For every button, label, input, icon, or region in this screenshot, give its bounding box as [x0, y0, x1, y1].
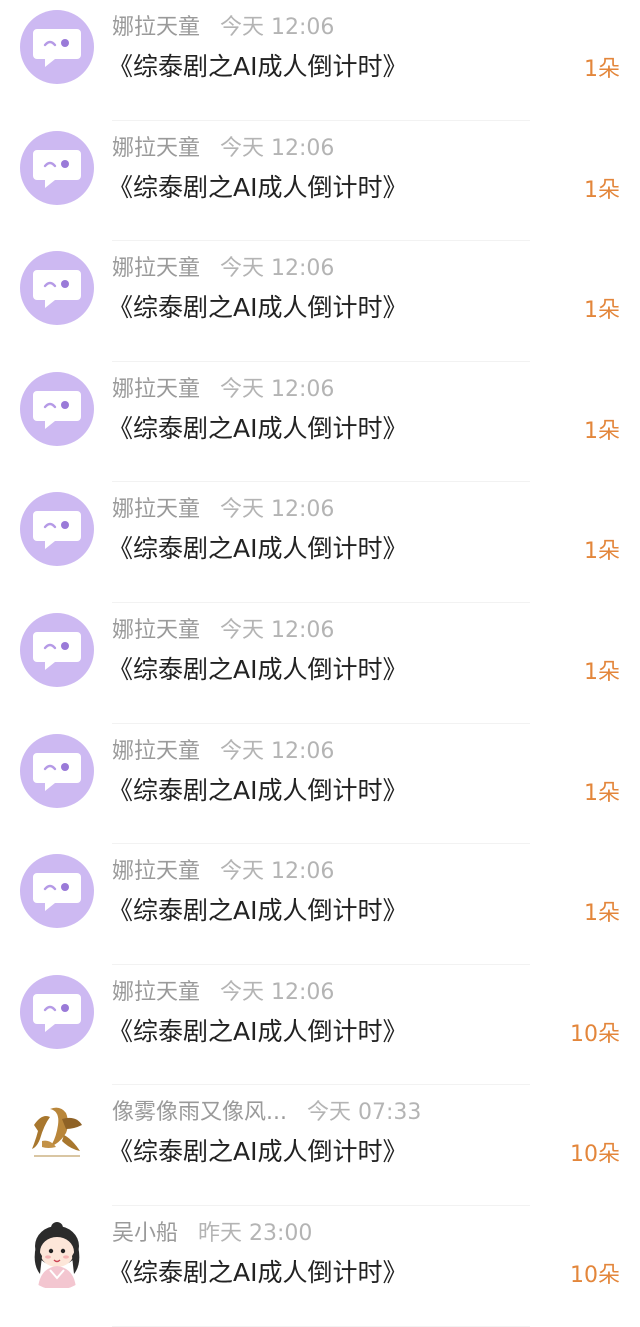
cartoon-girl-avatar	[20, 1215, 94, 1290]
chat-bubble-icon	[33, 511, 81, 550]
list-item[interactable]: 娜拉天童 今天 12:06 《综泰剧之AI成人倒计时》 1朵	[0, 603, 640, 724]
chat-bubble-icon	[33, 631, 81, 670]
gift-message-list: 娜拉天童 今天 12:06 《综泰剧之AI成人倒计时》 1朵 娜拉天童 今天 1…	[0, 0, 640, 1327]
avatar[interactable]	[20, 371, 94, 446]
book-title: 《综泰剧之AI成人倒计时》	[108, 293, 408, 323]
sender-name[interactable]: 娜拉天童	[112, 733, 200, 765]
book-title: 《综泰剧之AI成人倒计时》	[108, 896, 408, 926]
chat-bubble-icon	[33, 29, 81, 67]
timestamp: 今天 12:06	[220, 979, 335, 1005]
chat-bubble-icon	[33, 149, 81, 188]
timestamp: 今天 12:06	[220, 256, 335, 282]
list-item[interactable]: 娜拉天童 今天 12:06 《综泰剧之AI成人倒计时》 1朵	[0, 724, 640, 845]
chat-bubble-icon	[33, 873, 81, 912]
avatar[interactable]	[20, 612, 94, 687]
sender-name[interactable]: 娜拉天童	[112, 491, 200, 523]
book-title: 《综泰剧之AI成人倒计时》	[108, 172, 408, 202]
avatar[interactable]	[20, 492, 94, 567]
timestamp: 今天 12:06	[220, 738, 335, 764]
calligraphy-avatar	[20, 1095, 94, 1170]
flower-count: 1朵	[584, 539, 620, 565]
sender-name[interactable]: 娜拉天童	[112, 853, 200, 885]
list-item[interactable]: 娜拉天童 今天 12:06 《综泰剧之AI成人倒计时》 10朵	[0, 965, 640, 1086]
list-item[interactable]: 娜拉天童 今天 12:06 《综泰剧之AI成人倒计时》 1朵	[0, 121, 640, 242]
sender-name[interactable]: 娜拉天童	[112, 371, 200, 403]
avatar[interactable]	[20, 1095, 94, 1170]
flower-count: 1朵	[584, 177, 620, 203]
book-title: 《综泰剧之AI成人倒计时》	[108, 413, 408, 443]
avatar[interactable]	[20, 10, 94, 84]
sender-name[interactable]: 吴小船	[112, 1215, 178, 1247]
sender-name[interactable]: 娜拉天童	[112, 250, 200, 282]
avatar[interactable]	[20, 854, 94, 929]
flower-count: 1朵	[584, 57, 620, 82]
timestamp: 今天 12:06	[220, 135, 335, 161]
book-title: 《综泰剧之AI成人倒计时》	[108, 775, 408, 805]
sender-name[interactable]: 娜拉天童	[112, 612, 200, 644]
flower-count: 1朵	[584, 659, 620, 685]
book-title: 《综泰剧之AI成人倒计时》	[108, 654, 408, 684]
timestamp: 今天 12:06	[220, 859, 335, 885]
chat-bubble-icon	[33, 270, 81, 309]
book-title: 《综泰剧之AI成人倒计时》	[108, 1257, 408, 1287]
flower-count: 10朵	[570, 1021, 620, 1047]
book-title: 《综泰剧之AI成人倒计时》	[108, 52, 408, 81]
timestamp: 今天 12:06	[220, 376, 335, 402]
flower-count: 10朵	[570, 1142, 620, 1168]
sender-name[interactable]: 娜拉天童	[112, 130, 200, 162]
sender-name[interactable]: 娜拉天童	[112, 974, 200, 1006]
avatar[interactable]	[20, 251, 94, 326]
sender-name[interactable]: 娜拉天童	[112, 9, 200, 41]
book-title: 《综泰剧之AI成人倒计时》	[108, 1137, 408, 1167]
avatar[interactable]	[20, 974, 94, 1049]
avatar[interactable]	[20, 1215, 94, 1290]
list-item[interactable]: 吴小船 昨天 23:00 《综泰剧之AI成人倒计时》 10朵	[0, 1206, 640, 1327]
chat-bubble-icon	[33, 993, 81, 1032]
timestamp: 今天 12:06	[220, 15, 335, 40]
flower-count: 1朵	[584, 298, 620, 324]
sender-name[interactable]: 像雾像雨又像风...	[112, 1094, 287, 1126]
timestamp: 昨天 23:00	[198, 1220, 313, 1246]
book-title: 《综泰剧之AI成人倒计时》	[108, 1016, 408, 1046]
list-item[interactable]: 像雾像雨又像风... 今天 07:33 《综泰剧之AI成人倒计时》 10朵	[0, 1085, 640, 1206]
avatar[interactable]	[20, 733, 94, 808]
flower-count: 1朵	[584, 901, 620, 927]
list-item[interactable]: 娜拉天童 今天 12:06 《综泰剧之AI成人倒计时》 1朵	[0, 844, 640, 965]
book-title: 《综泰剧之AI成人倒计时》	[108, 534, 408, 564]
list-item[interactable]: 娜拉天童 今天 12:06 《综泰剧之AI成人倒计时》 1朵	[0, 482, 640, 603]
timestamp: 今天 07:33	[306, 1100, 422, 1126]
flower-count: 1朵	[584, 418, 620, 444]
list-item[interactable]: 娜拉天童 今天 12:06 《综泰剧之AI成人倒计时》 1朵	[0, 362, 640, 483]
avatar[interactable]	[20, 130, 94, 205]
list-item[interactable]: 娜拉天童 今天 12:06 《综泰剧之AI成人倒计时》 1朵	[0, 241, 640, 362]
chat-bubble-icon	[33, 752, 81, 791]
flower-count: 10朵	[570, 1262, 620, 1288]
chat-bubble-icon	[33, 390, 81, 429]
timestamp: 今天 12:06	[220, 497, 335, 523]
timestamp: 今天 12:06	[220, 617, 335, 643]
flower-count: 1朵	[584, 780, 620, 806]
list-item[interactable]: 娜拉天童 今天 12:06 《综泰剧之AI成人倒计时》 1朵	[0, 0, 640, 121]
